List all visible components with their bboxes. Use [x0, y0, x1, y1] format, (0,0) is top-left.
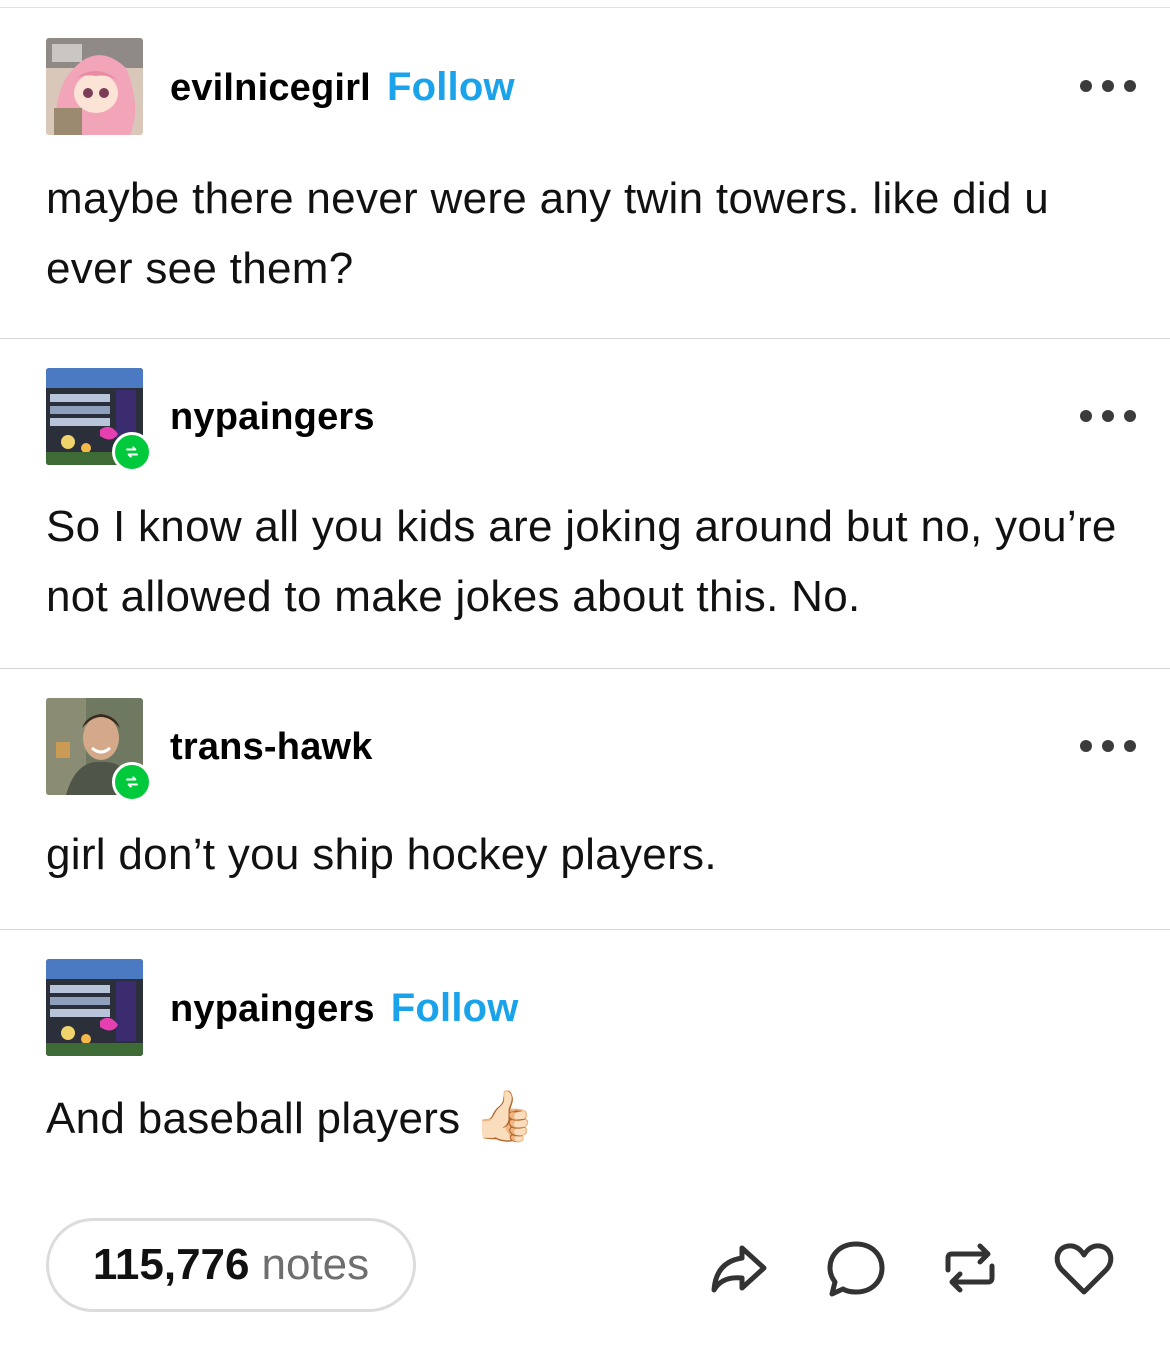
post-nypaingers-2: nypaingers Follow And baseball players 👍🏻 — [0, 929, 1170, 1189]
notes-count: 115,776 — [92, 1240, 250, 1289]
username[interactable]: nypaingers Follow — [170, 986, 519, 1031]
dot — [1124, 80, 1136, 92]
post-trans-hawk: trans-hawk girl don’t you ship hockey pl… — [0, 668, 1170, 930]
reblog-badge-icon — [112, 762, 152, 802]
post-text: maybe there never were any twin towers. … — [46, 174, 1050, 293]
post-actions — [700, 1236, 1120, 1300]
post-text: And baseball players 👍🏻 — [46, 1081, 1126, 1154]
follow-button[interactable]: Follow — [391, 986, 519, 1030]
post-header: trans-hawk — [46, 698, 1136, 802]
notes-button[interactable]: 115,776 notes — [46, 1218, 416, 1312]
post-text-content: And baseball players — [46, 1094, 461, 1143]
post-header: nypaingers — [46, 368, 1136, 472]
more-dots-icon[interactable] — [1080, 738, 1136, 754]
dot — [1102, 740, 1114, 752]
username[interactable]: nypaingers — [170, 395, 375, 439]
share-icon[interactable] — [706, 1236, 770, 1300]
reblog-icon[interactable] — [938, 1236, 1002, 1300]
dot — [1080, 740, 1092, 752]
post-evilnicegirl: evilnicegirl Follow maybe there never wer… — [0, 8, 1170, 339]
like-icon[interactable] — [1052, 1236, 1116, 1300]
dot — [1102, 410, 1114, 422]
anime-girl-avatar[interactable] — [46, 38, 143, 135]
reblog-badge-icon — [112, 432, 152, 472]
dot — [1124, 740, 1136, 752]
more-dots-icon[interactable] — [1080, 78, 1136, 94]
username-text[interactable]: nypaingers — [170, 988, 375, 1030]
username[interactable]: trans-hawk — [170, 725, 373, 769]
post-nypaingers: nypaingers So I know all you kids are jo… — [0, 338, 1170, 669]
notes-label: notes — [261, 1240, 370, 1289]
post-text: girl don’t you ship hockey players. — [46, 830, 717, 879]
username-text[interactable]: evilnicegirl — [170, 67, 371, 109]
post-header: nypaingers Follow — [46, 959, 1136, 1056]
follow-button[interactable]: Follow — [387, 65, 515, 109]
dot — [1102, 80, 1114, 92]
username[interactable]: evilnicegirl Follow — [170, 65, 515, 110]
dot — [1080, 410, 1092, 422]
thumbs-up-icon: 👍🏻 — [473, 1088, 536, 1144]
more-dots-icon[interactable] — [1080, 408, 1136, 424]
post-header: evilnicegirl Follow — [46, 38, 1136, 135]
dot — [1124, 410, 1136, 422]
dot — [1080, 80, 1092, 92]
post-text: So I know all you kids are joking around… — [46, 502, 1117, 621]
stadium-avatar[interactable] — [46, 959, 143, 1056]
reply-icon[interactable] — [824, 1236, 888, 1300]
